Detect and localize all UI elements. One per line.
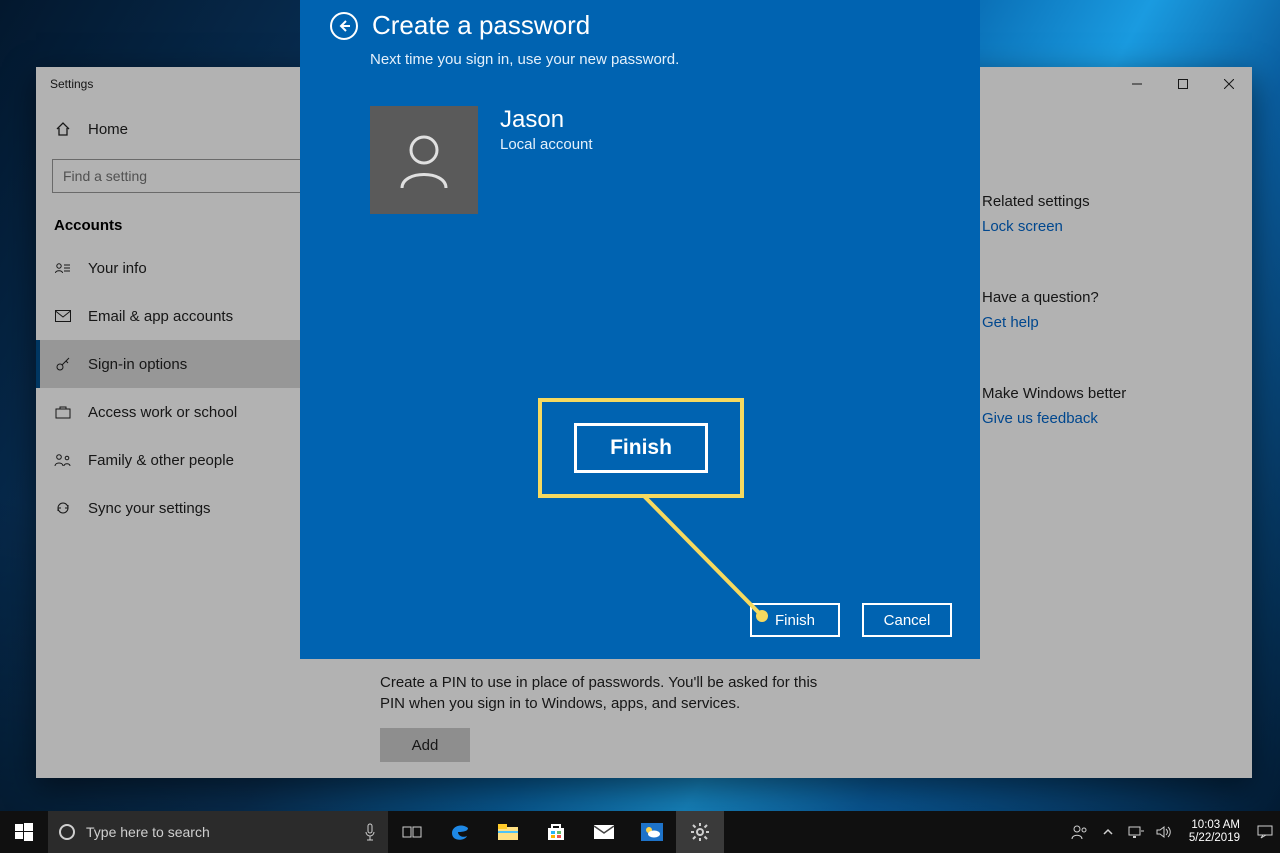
system-tray: 10:03 AM 5/22/2019 [1069, 811, 1280, 853]
people-icon [54, 453, 72, 467]
taskbar-search-placeholder: Type here to search [86, 824, 210, 840]
user-name: Jason [500, 106, 593, 134]
person-card-icon [54, 261, 72, 275]
sidebar-item-label: Your info [88, 260, 147, 277]
minimize-button[interactable] [1114, 67, 1160, 101]
pin-description-line1: Create a PIN to use in place of password… [380, 672, 900, 693]
callout-finish-button: Finish [574, 423, 708, 473]
pin-section: Create a PIN to use in place of password… [380, 672, 900, 762]
file-explorer-icon[interactable] [484, 811, 532, 853]
sidebar-item-label: Sync your settings [88, 500, 211, 517]
dialog-title: Create a password [372, 10, 590, 41]
settings-app-icon[interactable] [676, 811, 724, 853]
action-center-icon[interactable] [1254, 825, 1276, 839]
mail-icon [54, 310, 72, 322]
pin-description-line2: PIN when you sign in to Windows, apps, a… [380, 693, 900, 714]
tray-clock[interactable]: 10:03 AM 5/22/2019 [1181, 819, 1248, 845]
add-pin-button[interactable]: Add [380, 728, 470, 762]
lock-screen-link[interactable]: Lock screen [982, 218, 1212, 235]
sidebar-item-label: Family & other people [88, 452, 234, 469]
edge-icon[interactable] [436, 811, 484, 853]
settings-rightpane: Related settings Lock screen Have a ques… [982, 101, 1212, 748]
taskbar-search[interactable]: Type here to search [48, 811, 388, 853]
dialog-subtitle: Next time you sign in, use your new pass… [370, 51, 950, 68]
maximize-button[interactable] [1160, 67, 1206, 101]
have-question-heading: Have a question? [982, 289, 1212, 306]
tray-time: 10:03 AM [1189, 819, 1240, 832]
microphone-icon[interactable] [364, 823, 376, 841]
get-help-link[interactable]: Get help [982, 314, 1212, 331]
volume-tray-icon[interactable] [1153, 825, 1175, 839]
sidebar-item-label: Access work or school [88, 404, 237, 421]
sidebar-item-label: Sign-in options [88, 356, 187, 373]
window-controls [1114, 67, 1252, 101]
key-icon [54, 356, 72, 372]
cortana-icon [58, 823, 76, 841]
back-button[interactable] [330, 12, 358, 40]
finish-button[interactable]: Finish [750, 603, 840, 637]
mail-app-icon[interactable] [580, 811, 628, 853]
home-icon [54, 121, 72, 137]
people-tray-icon[interactable] [1069, 824, 1091, 840]
taskbar: Type here to search [0, 811, 1280, 853]
user-avatar [370, 106, 478, 214]
sidebar-item-label: Email & app accounts [88, 308, 233, 325]
related-settings-heading: Related settings [982, 193, 1212, 210]
give-feedback-link[interactable]: Give us feedback [982, 410, 1212, 427]
cancel-button[interactable]: Cancel [862, 603, 952, 637]
make-windows-better-heading: Make Windows better [982, 385, 1212, 402]
briefcase-icon [54, 405, 72, 419]
tray-overflow-icon[interactable] [1097, 826, 1119, 838]
store-icon[interactable] [532, 811, 580, 853]
task-view-button[interactable] [388, 811, 436, 853]
tray-date: 5/22/2019 [1189, 832, 1240, 845]
sync-icon [54, 500, 72, 516]
close-button[interactable] [1206, 67, 1252, 101]
settings-window-title: Settings [50, 77, 93, 91]
settings-search-input[interactable] [52, 159, 340, 193]
taskbar-pinned [388, 811, 724, 853]
start-button[interactable] [0, 811, 48, 853]
sidebar-home-label: Home [88, 121, 128, 138]
user-account-type: Local account [500, 136, 593, 153]
callout-highlight: Finish [538, 398, 744, 498]
create-password-dialog: Create a password Next time you sign in,… [300, 0, 980, 659]
network-tray-icon[interactable] [1125, 825, 1147, 839]
weather-app-icon[interactable] [628, 811, 676, 853]
